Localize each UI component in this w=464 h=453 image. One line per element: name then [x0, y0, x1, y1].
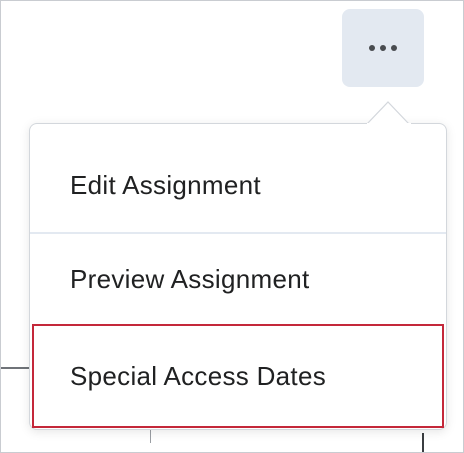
- menu-item-label: Preview Assignment: [70, 263, 310, 294]
- context-menu: Edit Assignment Preview Assignment Speci…: [29, 123, 447, 430]
- menu-item-preview-assignment[interactable]: Preview Assignment: [30, 234, 446, 324]
- menu-item-special-access-dates[interactable]: Special Access Dates: [32, 324, 444, 428]
- more-horizontal-icon: [369, 45, 397, 51]
- menu-item-edit-assignment[interactable]: Edit Assignment: [30, 138, 446, 232]
- menu-item-label: Edit Assignment: [70, 169, 261, 200]
- background-tick: [422, 433, 424, 452]
- more-actions-button[interactable]: [342, 9, 424, 87]
- background-line: [1, 367, 31, 369]
- background-tick: [150, 429, 151, 443]
- menu-item-label: Special Access Dates: [70, 360, 327, 391]
- screenshot-frame: Edit Assignment Preview Assignment Speci…: [0, 0, 464, 453]
